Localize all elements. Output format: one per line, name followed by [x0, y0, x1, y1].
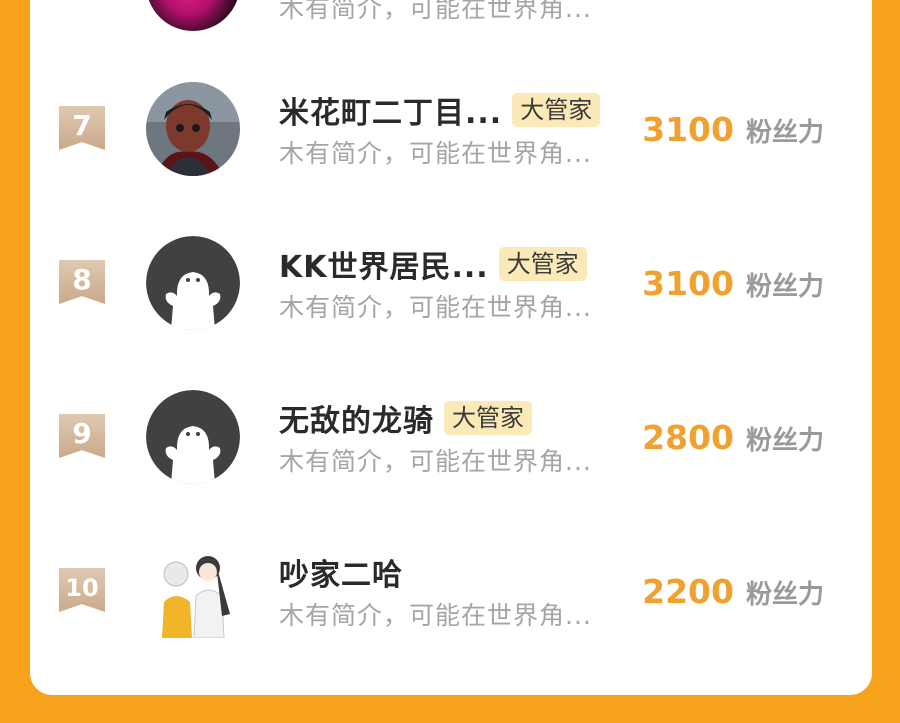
list-item-10[interactable]: 10 吵家二哈 木有简介，可能在世界角... 2200 粉丝力: [30, 544, 872, 674]
user-name[interactable]: KK世界居民...: [279, 242, 489, 286]
fans-label: 粉丝力: [745, 118, 824, 148]
user-bio: 木有简介，可能在世界角...: [279, 139, 592, 168]
avatar[interactable]: [146, 82, 240, 176]
rank-ribbon: 7: [59, 106, 105, 150]
fans-score: 2800 粉丝力: [642, 418, 824, 457]
user-name[interactable]: 米花町二丁目...: [279, 88, 502, 132]
list-item-6[interactable]: 木有简介，可能在世界角...: [30, 0, 872, 67]
list-item-8[interactable]: 8 KK世界居民... 大管家 木有简介，可能在世界角... 3100 粉丝力: [30, 236, 872, 366]
rank-ribbon: 10: [59, 568, 105, 612]
fans-score: 2200 粉丝力: [642, 572, 824, 611]
role-badge: 大管家: [444, 401, 532, 435]
leaderboard-card: 木有简介，可能在世界角... 7 米花町二丁目... 大管家 木有简介，可能在世…: [30, 0, 872, 695]
rank-ribbon: 9: [59, 414, 105, 458]
fans-number: 2800: [642, 418, 734, 457]
ghost-person-avatar-icon[interactable]: [146, 236, 240, 330]
user-bio: 木有简介，可能在世界角...: [279, 601, 592, 630]
fans-label: 粉丝力: [745, 580, 824, 610]
name-line: 吵家二哈: [279, 550, 403, 594]
fans-number: 3100: [642, 110, 734, 149]
role-badge: 大管家: [498, 247, 587, 281]
fans-number: 2200: [642, 572, 734, 611]
rank-ribbon: 8: [59, 260, 105, 304]
list-item-7[interactable]: 7 米花町二丁目... 大管家 木有简介，可能在世界角... 3100 粉丝力: [30, 82, 872, 212]
fans-score: 3100 粉丝力: [642, 264, 824, 303]
role-badge: 大管家: [512, 93, 601, 127]
name-line: 无敌的龙骑 大管家: [279, 396, 532, 440]
fans-label: 粉丝力: [745, 426, 824, 456]
user-bio: 木有简介，可能在世界角...: [279, 447, 592, 476]
ghost-person-avatar-icon[interactable]: [146, 390, 240, 484]
fans-label: 粉丝力: [745, 272, 824, 302]
avatar[interactable]: [146, 544, 240, 638]
user-name[interactable]: 无敌的龙骑: [279, 396, 434, 440]
user-name[interactable]: 吵家二哈: [279, 550, 403, 594]
user-bio: 木有简介，可能在世界角...: [279, 0, 592, 23]
name-line: 米花町二丁目... 大管家: [279, 88, 601, 132]
fans-score: 3100 粉丝力: [642, 110, 824, 149]
avatar[interactable]: [146, 0, 240, 31]
name-line: KK世界居民... 大管家: [279, 242, 587, 286]
fans-number: 3100: [642, 264, 734, 303]
list-item-9[interactable]: 9 无敌的龙骑 大管家 木有简介，可能在世界角... 2800 粉丝力: [30, 390, 872, 520]
user-bio: 木有简介，可能在世界角...: [279, 293, 592, 322]
